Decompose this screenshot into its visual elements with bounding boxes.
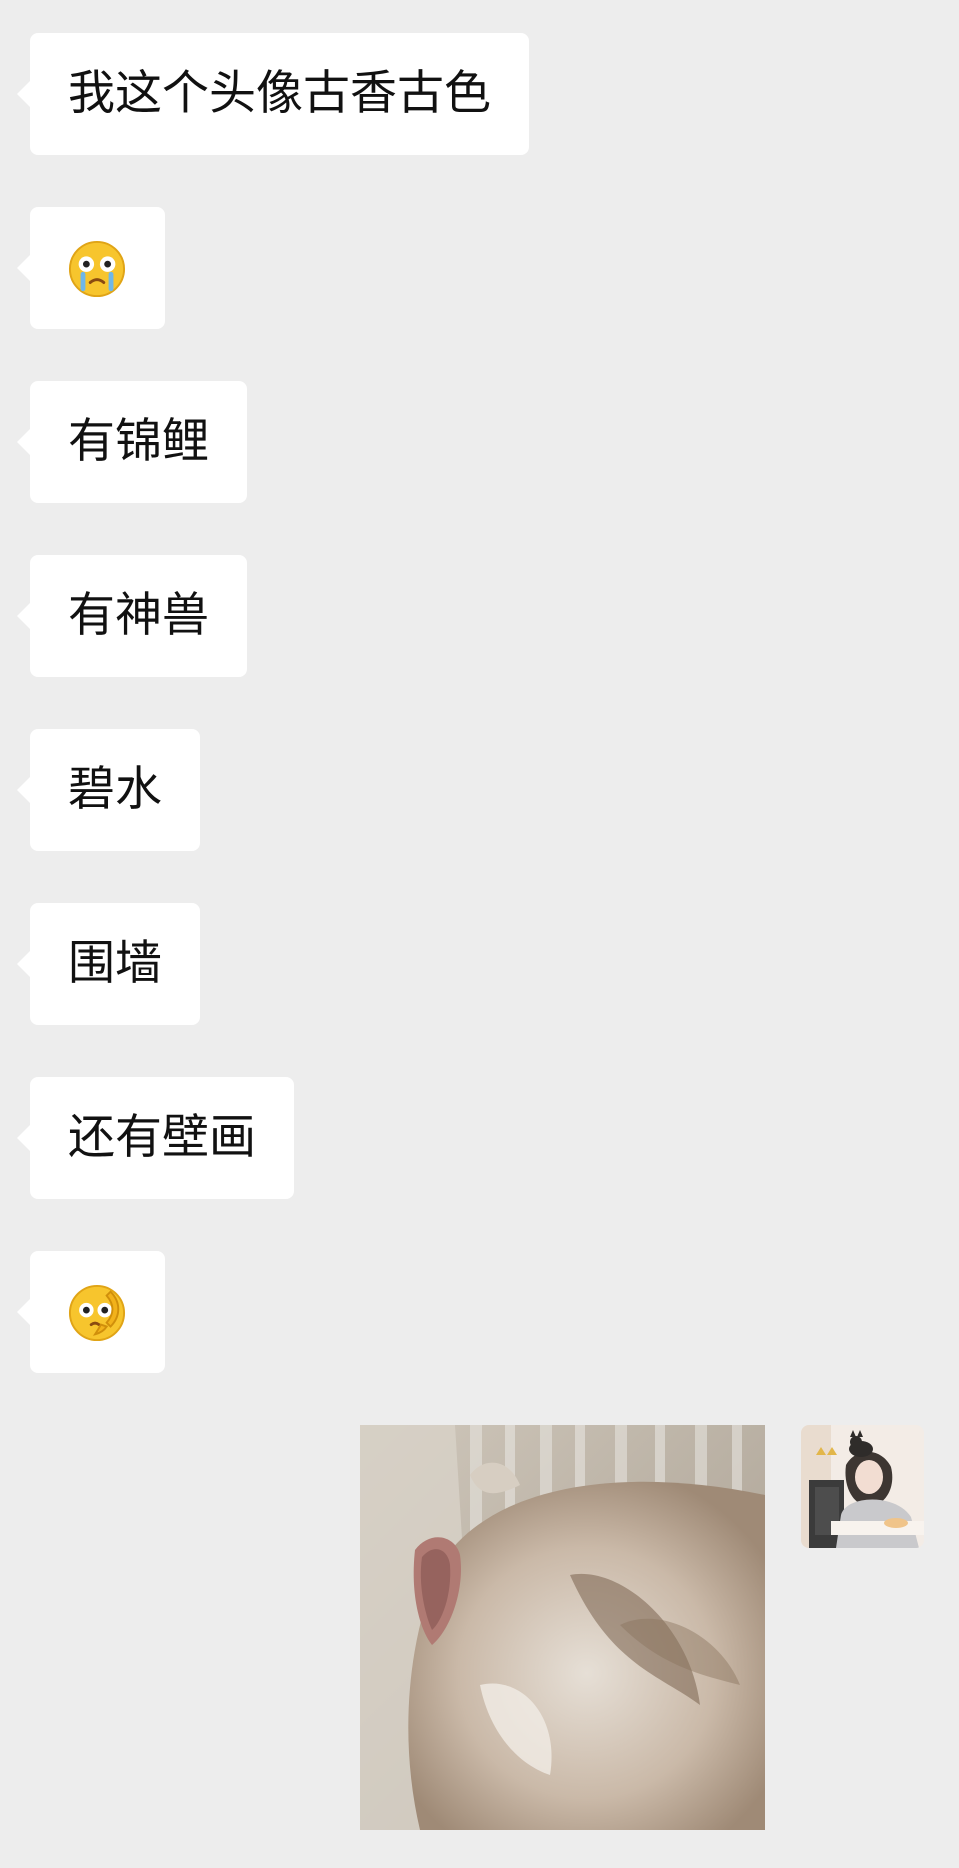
message-text: 有锦鲤 bbox=[68, 414, 209, 469]
message-bubble-6[interactable]: 围墙 bbox=[17, 903, 200, 1025]
message-text: 碧水 bbox=[68, 762, 162, 817]
message-bubble-2[interactable] bbox=[17, 207, 165, 329]
message-bubble-8[interactable] bbox=[17, 1251, 165, 1373]
user-avatar[interactable] bbox=[801, 1425, 924, 1548]
girl-with-cat-avatar-image bbox=[801, 1425, 924, 1548]
message-bubble-1[interactable]: 我这个头像古香古色 bbox=[17, 33, 529, 155]
message-bubble-4[interactable]: 有神兽 bbox=[17, 555, 247, 677]
message-text: 我这个头像古香古色 bbox=[68, 66, 491, 121]
cat-photo-image bbox=[360, 1425, 765, 1830]
message-text: 围墙 bbox=[68, 936, 162, 991]
sent-photo[interactable] bbox=[360, 1425, 765, 1830]
crying-face-emoji bbox=[68, 240, 126, 298]
message-bubble-7[interactable]: 还有壁画 bbox=[17, 1077, 294, 1199]
thinking-face-emoji bbox=[68, 1284, 126, 1342]
message-text: 还有壁画 bbox=[68, 1110, 256, 1165]
message-text: 有神兽 bbox=[68, 588, 209, 643]
message-bubble-3[interactable]: 有锦鲤 bbox=[17, 381, 247, 503]
chat-thread: 我这个头像古香古色 有锦鲤 有神兽 碧水 围墙 还有壁画 bbox=[0, 0, 959, 1868]
message-bubble-5[interactable]: 碧水 bbox=[17, 729, 200, 851]
